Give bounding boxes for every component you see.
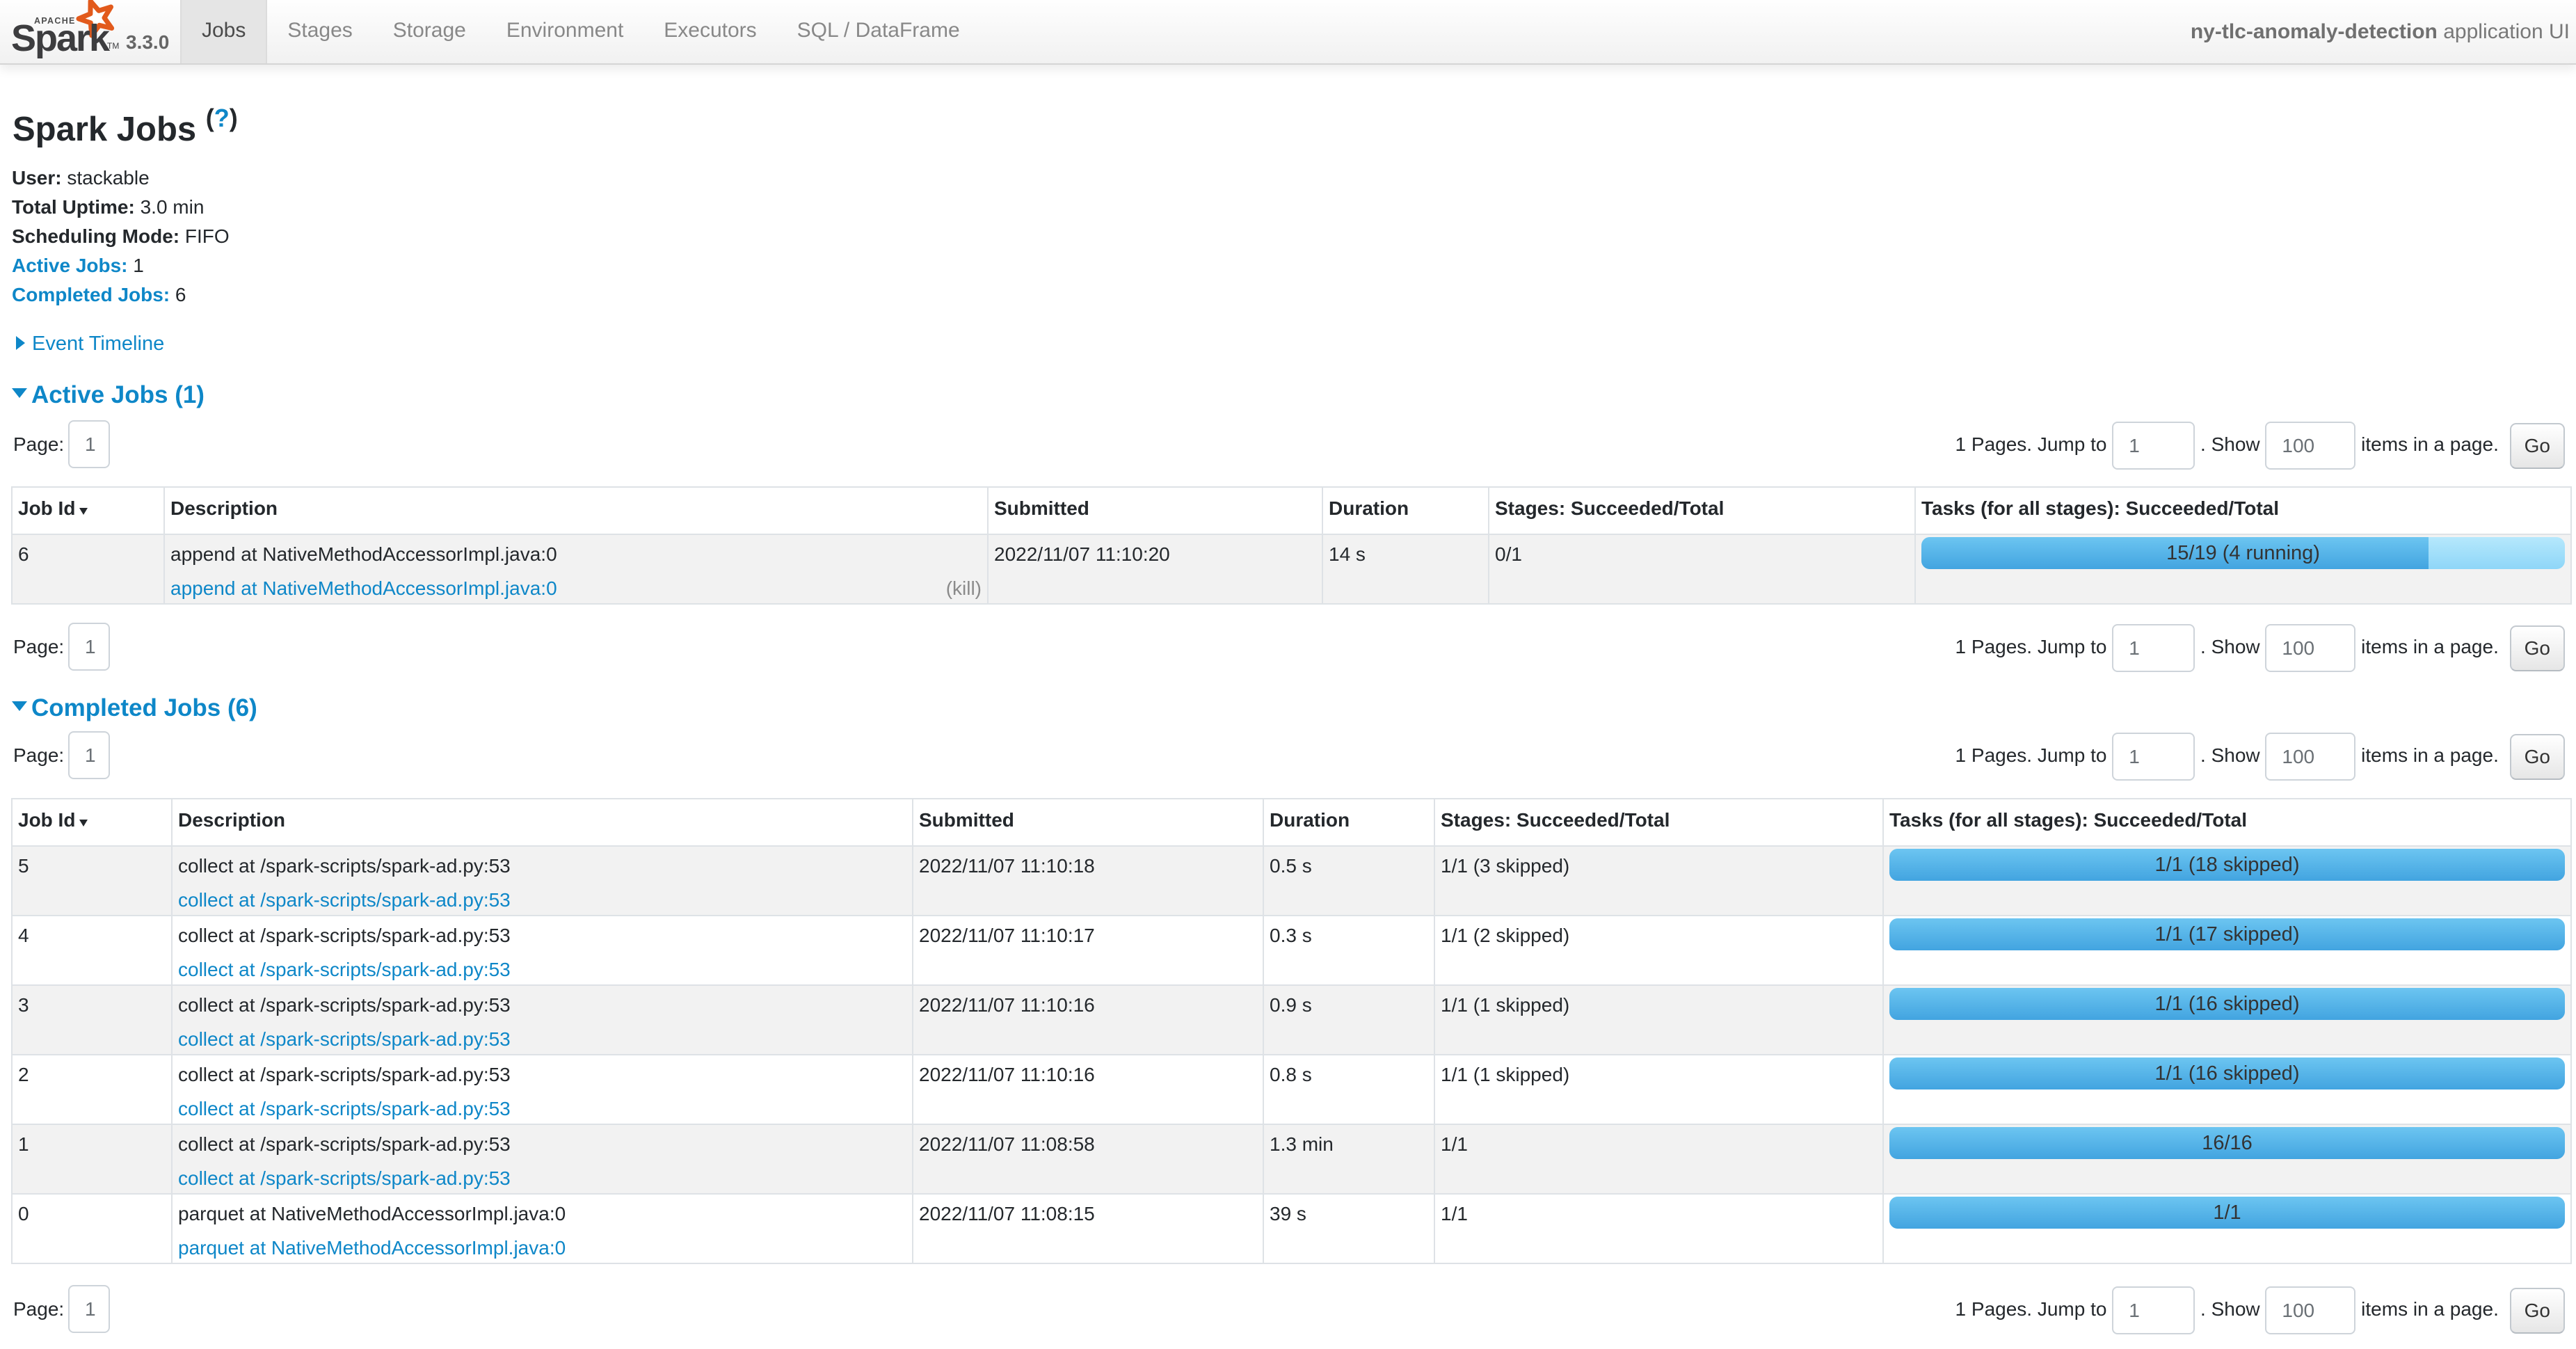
svg-text:Spark: Spark [11, 17, 111, 59]
svg-text:TM: TM [107, 41, 119, 51]
